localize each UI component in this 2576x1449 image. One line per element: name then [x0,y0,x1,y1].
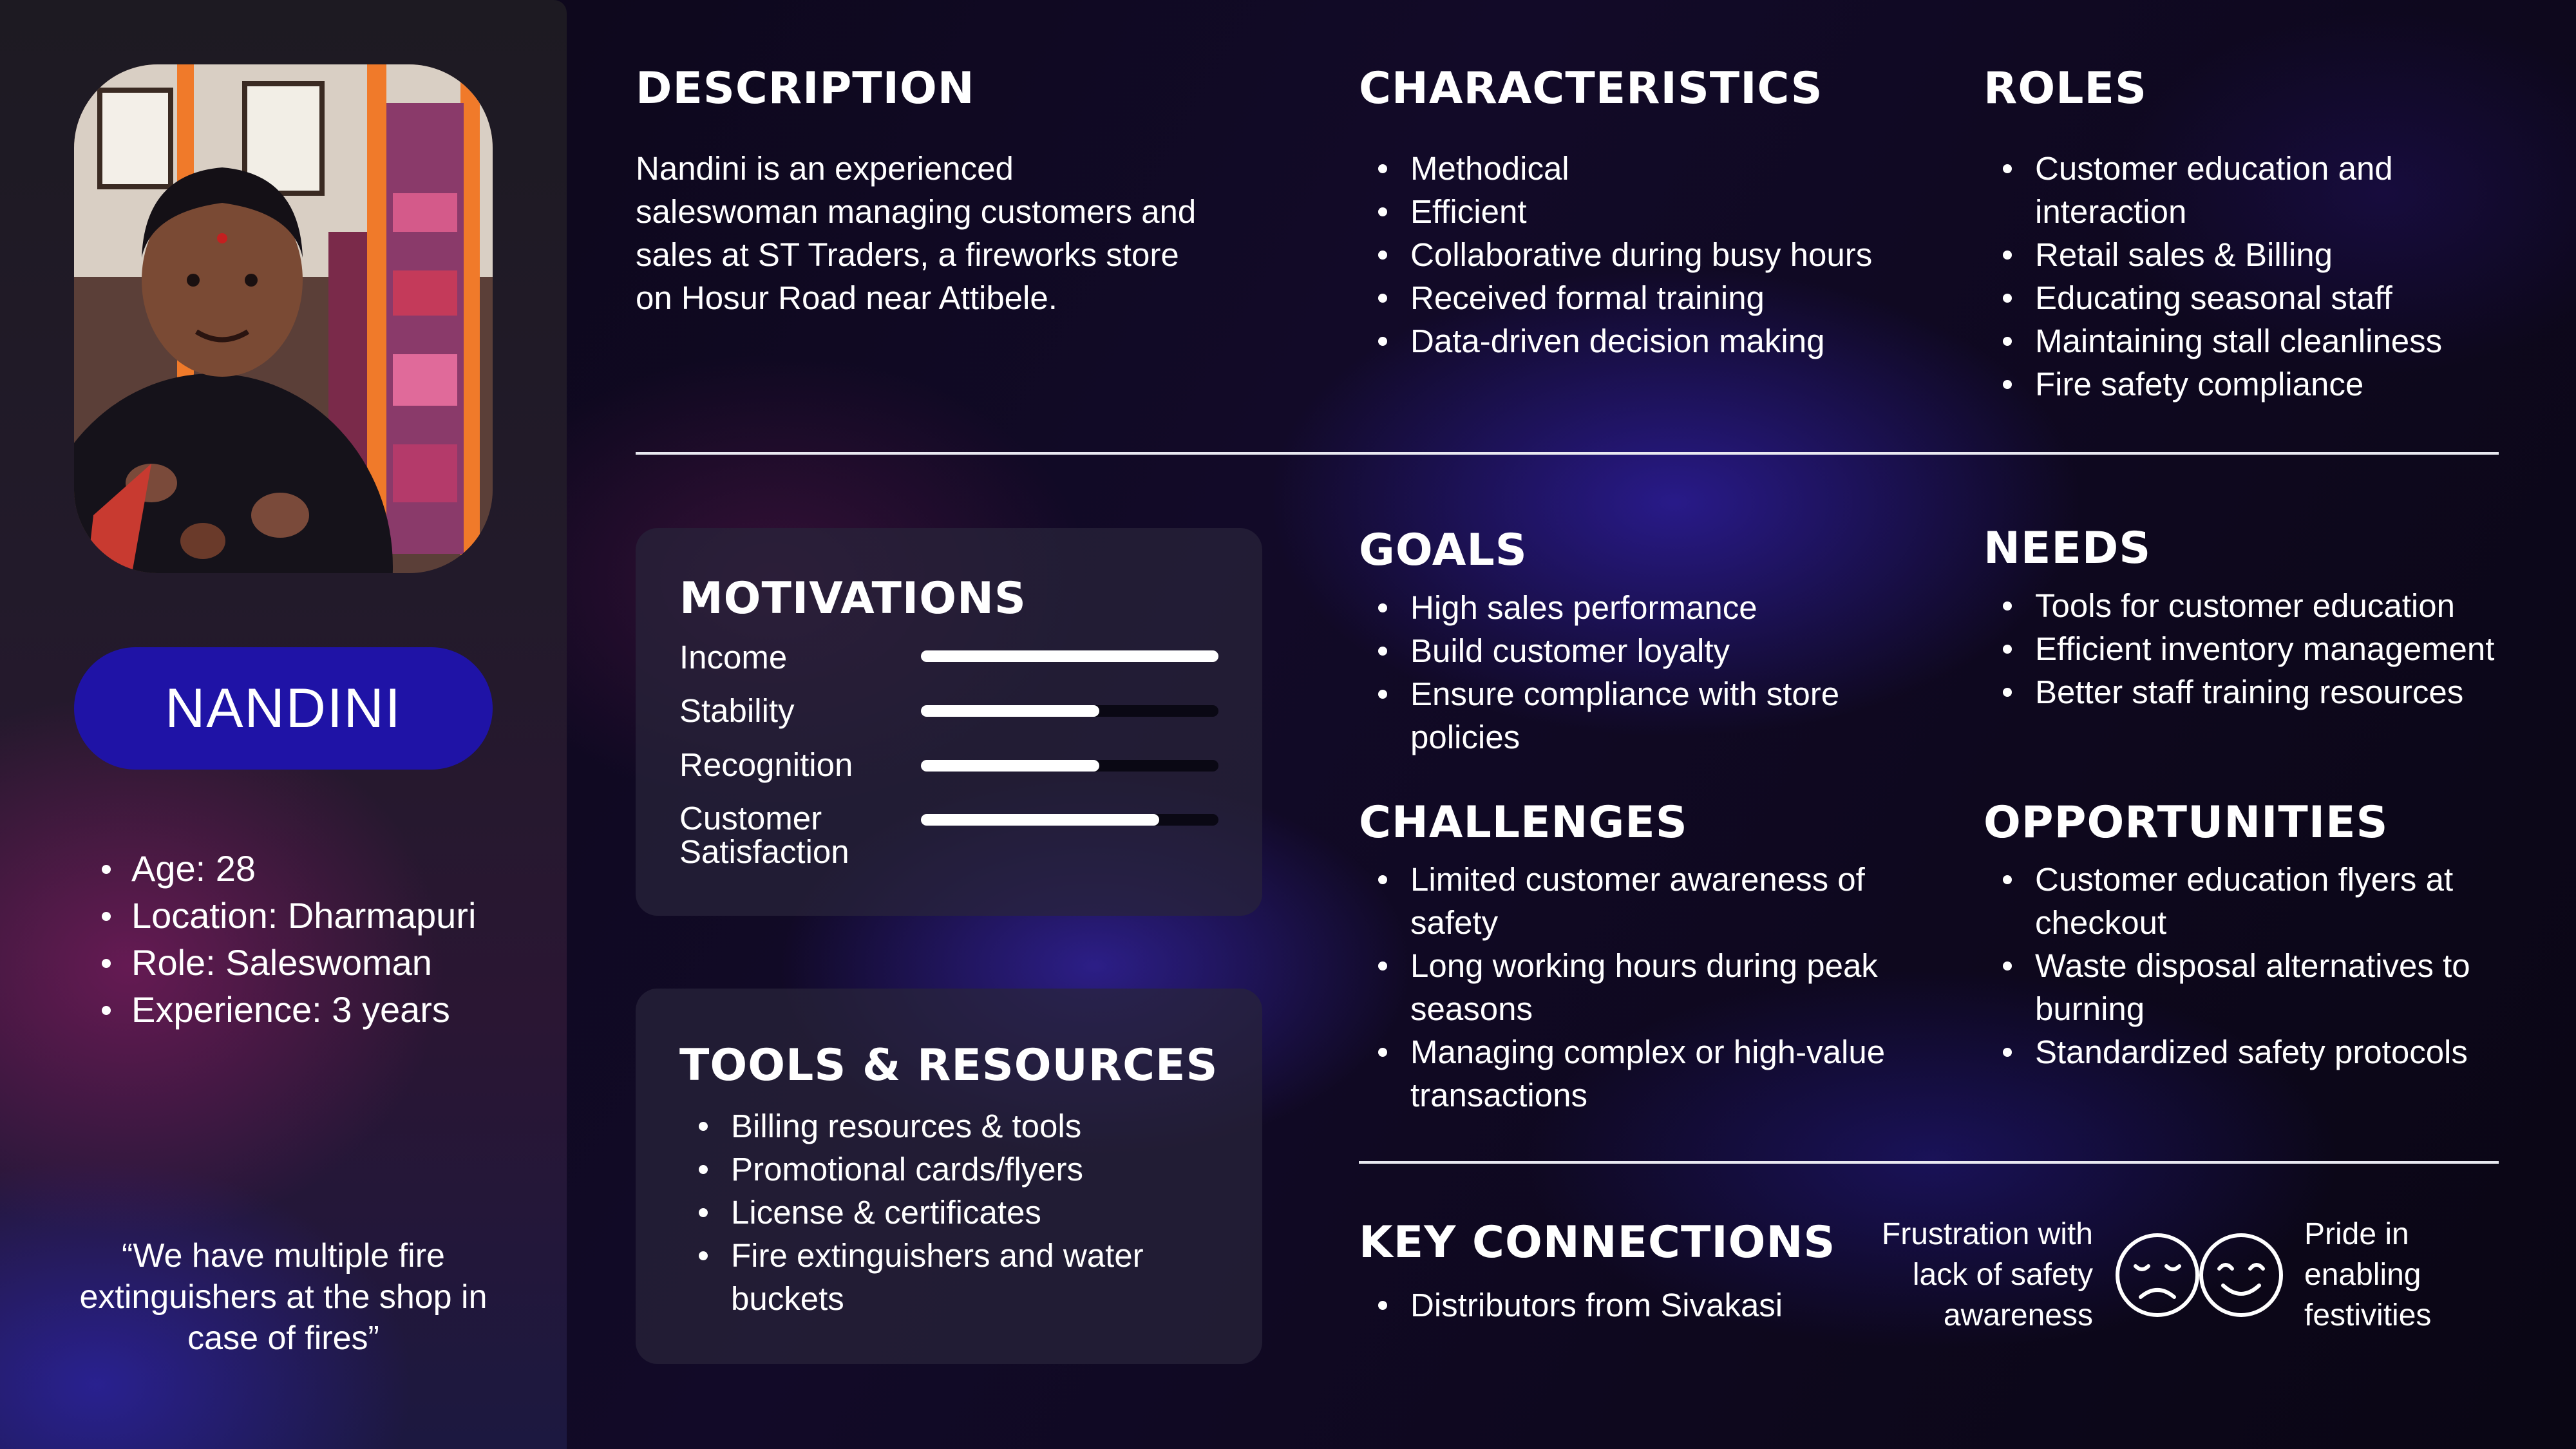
motivation-bar-customer-satisfaction [921,814,1218,826]
opportunities-list: Customer education flyers at checkout Wa… [1984,858,2550,1074]
divider [1359,1161,2499,1164]
challenges-list: Limited customer awareness of safety Lon… [1359,858,1913,1117]
frustration-text: Frustration with lack of safety awarenes… [1881,1217,2093,1332]
list-item: Long working hours during peak seasons [1359,944,1913,1030]
tools-heading: TOOLS & RESOURCES [679,1040,1218,1091]
motivations-heading: MOTIVATIONS [679,573,1027,624]
list-item: Standardized safety protocols [1984,1030,2550,1074]
persona-name: NANDINI [74,647,493,770]
motivation-label-income: Income [679,639,788,676]
profile-facts: Age: 28 Location: Dharmapuri Role: Sales… [95,845,476,1033]
motivation-bar-fill [921,650,1218,662]
list-item: Fire extinguishers and water buckets [679,1234,1246,1320]
key-connections-heading: KEY CONNECTIONS [1359,1217,1836,1268]
key-connections-list: Distributors from Sivakasi [1359,1283,1913,1327]
list-item: Billing resources & tools [679,1104,1246,1148]
list-item: Fire safety compliance [1984,363,2537,406]
roles-list: Customer education and interaction Retai… [1984,147,2537,406]
list-item: Efficient [1359,190,1913,233]
list-item: Promotional cards/flyers [679,1148,1246,1191]
list-item: Methodical [1359,147,1913,190]
persona-quote: “We have multiple fire extinguishers at … [79,1237,488,1357]
description-text: Nandini is an experienced saleswoman man… [636,150,1197,316]
list-item: Limited customer awareness of safety [1359,858,1913,944]
motivation-bar-fill [921,760,1100,772]
list-item: Retail sales & Billing [1984,233,2537,276]
fact-age: Age: 28 [101,845,476,892]
description-heading: DESCRIPTION [636,63,975,114]
goals-heading: GOALS [1359,525,1528,576]
motivation-bar-stability [921,705,1218,717]
list-item: Maintaining stall cleanliness [1984,319,2537,363]
motivation-label-stability: Stability [679,692,795,729]
profile-photo [74,64,493,573]
list-item: Received formal training [1359,276,1913,319]
goals-list: High sales performance Build customer lo… [1359,586,1913,759]
opportunities-heading: OPPORTUNITIES [1984,797,2389,848]
happy-face-icon [2199,1233,2283,1317]
sad-face-icon [2116,1233,2199,1317]
list-item: High sales performance [1359,586,1913,629]
list-item: License & certificates [679,1191,1246,1234]
motivation-bar-recognition [921,760,1218,772]
challenges-heading: CHALLENGES [1359,797,1688,848]
list-item: Customer education flyers at checkout [1984,858,2550,944]
list-item: Efficient inventory management [1984,627,2537,670]
list-item: Customer education and interaction [1984,147,2537,233]
pride-text: Pride in enabling festivities [2304,1217,2432,1332]
motivation-bar-income [921,650,1218,662]
fact-experience: Experience: 3 years [101,986,476,1033]
list-item: Build customer loyalty [1359,629,1913,672]
list-item: Distributors from Sivakasi [1359,1283,1913,1327]
characteristics-heading: CHARACTERISTICS [1359,63,1823,114]
list-item: Educating seasonal staff [1984,276,2537,319]
motivation-label-customer-satisfaction: Customer Satisfaction [679,800,849,870]
motivation-bar-fill [921,705,1100,717]
list-item: Waste disposal alternatives to burning [1984,944,2550,1030]
list-item: Tools for customer education [1984,584,2537,627]
divider [636,452,2499,455]
list-item: Ensure compliance with store policies [1359,672,1913,759]
motivation-label-recognition: Recognition [679,746,853,783]
list-item: Better staff training resources [1984,670,2537,714]
needs-list: Tools for customer education Efficient i… [1984,584,2537,714]
list-item: Collaborative during busy hours [1359,233,1913,276]
characteristics-list: Methodical Efficient Collaborative durin… [1359,147,1913,363]
fact-location: Location: Dharmapuri [101,892,476,939]
roles-heading: ROLES [1984,63,2147,114]
motivation-bar-fill [921,814,1159,826]
tools-list: Billing resources & tools Promotional ca… [679,1104,1246,1320]
fact-role: Role: Saleswoman [101,939,476,986]
needs-heading: NEEDS [1984,523,2152,574]
list-item: Managing complex or high-value transacti… [1359,1030,1913,1117]
list-item: Data-driven decision making [1359,319,1913,363]
